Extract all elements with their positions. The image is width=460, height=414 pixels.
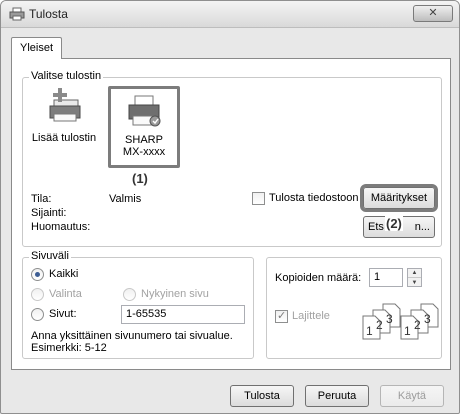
collate-label: Lajittele (292, 310, 330, 322)
page-range-selection-label: Valinta (49, 288, 82, 300)
page-range-pages-radio[interactable] (31, 308, 44, 321)
pages-input-value: 1-65535 (126, 308, 167, 320)
print-button[interactable]: Tulosta (230, 385, 294, 407)
collate-checkbox[interactable] (275, 309, 288, 323)
tab-panel-general: Valitse tulostin Lisää tulostin SHARP MX… (11, 58, 451, 370)
tab-general-label: Yleiset (20, 42, 54, 54)
print-dialog: Tulosta ✕ Yleiset Valitse tulostin Lisää… (0, 0, 460, 414)
title-bar: Tulosta ✕ (1, 1, 459, 28)
apply-button[interactable]: Käytä (380, 385, 444, 407)
copies-spinner[interactable]: ▲ ▼ (407, 268, 422, 287)
copies-count-value: 1 (374, 271, 381, 283)
callout-2: (2) (385, 216, 403, 231)
page-range-current-label: Nykyinen sivu (141, 288, 209, 300)
find-printer-label-end: n... (414, 221, 430, 233)
comment-label: Huomautus: (31, 221, 91, 233)
add-printer-item[interactable]: Lisää tulostin (27, 86, 101, 144)
collate-digit: 2 (414, 318, 421, 332)
tab-general[interactable]: Yleiset (11, 37, 63, 59)
copies-count-label: Kopioiden määrä: (275, 272, 362, 284)
page-range-hint-line1: Anna yksittäinen sivunumero tai sivualue… (31, 330, 233, 342)
page-range-all-label: Kaikki (49, 268, 79, 280)
preferences-button[interactable]: Määritykset (360, 184, 438, 212)
collate-digit: 1 (366, 324, 373, 338)
spinner-up-icon[interactable]: ▲ (408, 269, 421, 278)
print-to-file-checkbox[interactable] (252, 192, 265, 205)
window-title: Tulosta (29, 7, 68, 21)
add-printer-label: Lisää tulostin (31, 132, 97, 144)
callout-1: (1) (132, 171, 148, 186)
page-range-hint-line2: Esimerkki: 5-12 (31, 342, 107, 354)
preferences-button-label: Määritykset (370, 192, 428, 204)
copies-group: Kopioiden määrä: 1 ▲ ▼ Lajittele 1 2 3 (266, 257, 442, 359)
page-range-group: Sivuväli Kaikki Valinta Nykyinen sivu Si… (22, 250, 254, 359)
collate-digit: 1 (404, 324, 411, 338)
print-button-label: Tulosta (244, 390, 280, 402)
collate-digit: 2 (376, 318, 383, 332)
find-printer-label-start: Ets (368, 221, 384, 233)
collate-digit: 3 (424, 312, 431, 326)
apply-button-label: Käytä (397, 390, 427, 402)
location-label: Sijainti: (31, 207, 67, 219)
close-icon: ✕ (428, 7, 438, 19)
page-range-pages-label: Sivut: (49, 308, 77, 320)
pages-input[interactable]: 1-65535 (121, 305, 245, 324)
cancel-button[interactable]: Peruuta (305, 385, 369, 407)
status-value: Valmis (109, 193, 142, 205)
printer-name-line1: SHARP (125, 134, 163, 146)
printer-icon (9, 7, 25, 21)
spinner-down-icon[interactable]: ▼ (408, 278, 421, 287)
page-range-group-label: Sivuväli (29, 250, 71, 262)
add-printer-icon (49, 88, 81, 122)
select-printer-group: Valitse tulostin Lisää tulostin SHARP MX… (22, 70, 442, 247)
page-range-selection-radio[interactable] (31, 288, 44, 301)
select-printer-group-label: Valitse tulostin (29, 70, 104, 82)
cancel-button-label: Peruuta (317, 390, 357, 402)
collate-pages-icon: 1 2 3 (400, 303, 439, 340)
printer-name-line2: MX-xxxx (122, 146, 166, 158)
page-range-current-radio[interactable] (123, 288, 136, 301)
copies-count-input[interactable]: 1 (369, 268, 403, 287)
printer-icon (128, 95, 161, 127)
print-to-file-label: Tulosta tiedostoon (269, 192, 359, 204)
printer-item-sharp[interactable]: SHARP MX-xxxx (111, 90, 177, 158)
collate-digit: 3 (386, 312, 393, 326)
close-button[interactable]: ✕ (413, 5, 453, 22)
page-range-all-radio[interactable] (31, 268, 44, 281)
status-label: Tila: (31, 193, 52, 205)
